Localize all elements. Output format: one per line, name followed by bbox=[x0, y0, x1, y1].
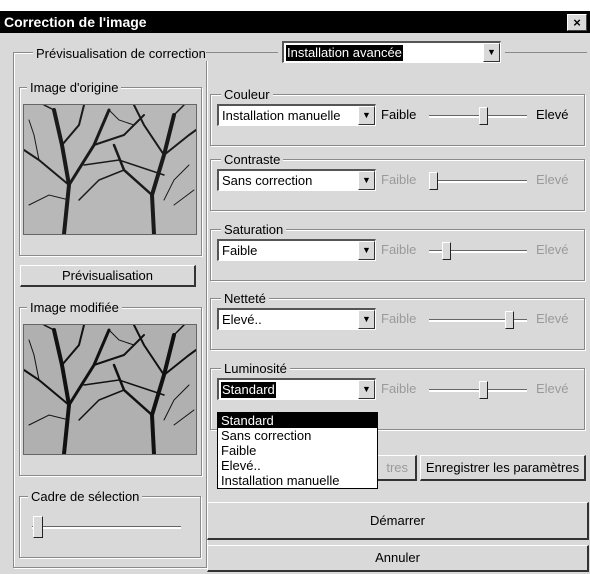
save-settings-label: Enregistrer les paramètres bbox=[425, 460, 580, 475]
slider-thumb-contraste[interactable] bbox=[429, 172, 438, 190]
slider-high-label: Elevé bbox=[536, 172, 569, 187]
close-icon: × bbox=[573, 15, 581, 30]
control-select-couleur[interactable]: Installation manuelle ▼ bbox=[217, 104, 376, 126]
close-button[interactable]: × bbox=[567, 14, 587, 31]
slider-thumb-luminosite[interactable] bbox=[479, 381, 488, 399]
slider-thumb-saturation[interactable] bbox=[442, 242, 451, 260]
preview-correction-label: Prévisualisation de correction bbox=[33, 46, 209, 61]
chevron-down-icon[interactable]: ▼ bbox=[358, 106, 375, 125]
slider-high-label: Elevé bbox=[536, 311, 569, 326]
dropdown-option[interactable]: Elevé.. bbox=[218, 458, 377, 473]
slider-low-label: Faible bbox=[381, 107, 417, 122]
slider-track-contraste[interactable] bbox=[429, 180, 527, 183]
control-value-luminosite: Standard bbox=[221, 382, 276, 398]
dropdown-option[interactable]: Sans correction bbox=[218, 428, 377, 443]
slider-low-label: Faible bbox=[381, 172, 417, 187]
crop-slider-thumb[interactable] bbox=[33, 516, 43, 538]
correction-mode-value: Installation avancée bbox=[286, 45, 403, 61]
background-strip bbox=[0, 0, 590, 11]
slider-high-label: Elevé bbox=[536, 242, 569, 257]
original-image bbox=[23, 104, 197, 235]
slider-low-label: Faible bbox=[381, 311, 417, 326]
tree-photo bbox=[24, 105, 196, 234]
control-value-nettete: Elevé.. bbox=[222, 312, 262, 327]
slider-track-couleur[interactable] bbox=[429, 115, 527, 118]
cancel-button[interactable]: Annuler bbox=[207, 545, 589, 572]
slider-low-label: Faible bbox=[381, 381, 417, 396]
modified-image bbox=[23, 324, 197, 455]
modified-image-label: Image modifiée bbox=[27, 300, 122, 315]
chevron-down-icon[interactable]: ▼ bbox=[358, 310, 375, 329]
save-settings-button[interactable]: Enregistrer les paramètres bbox=[420, 455, 586, 481]
luminosity-dropdown-list: Standard Sans correction Faible Elevé.. Inst… bbox=[217, 412, 378, 489]
tree-photo-modified bbox=[24, 325, 196, 454]
start-button[interactable]: Démarrer bbox=[207, 502, 589, 540]
control-label-saturation: Saturation bbox=[221, 222, 287, 237]
image-correction-dialog: Correction de l'image × Prévisualisation… bbox=[0, 0, 590, 574]
preview-button[interactable]: Prévisualisation bbox=[20, 265, 196, 287]
control-label-nettete: Netteté bbox=[221, 291, 269, 306]
slider-thumb-nettete[interactable] bbox=[505, 311, 514, 329]
control-label-contraste: Contraste bbox=[221, 152, 284, 167]
control-value-couleur: Installation manuelle bbox=[222, 108, 341, 123]
dropdown-option[interactable]: Standard bbox=[218, 413, 377, 428]
crop-frame-label: Cadre de sélection bbox=[28, 489, 143, 504]
control-label-couleur: Couleur bbox=[221, 87, 273, 102]
preview-header-line-right bbox=[505, 52, 587, 53]
chevron-down-icon[interactable]: ▼ bbox=[358, 241, 375, 260]
slider-thumb-couleur[interactable] bbox=[479, 107, 488, 125]
control-value-contraste: Sans correction bbox=[222, 173, 313, 188]
preview-button-label: Prévisualisation bbox=[61, 268, 154, 283]
control-select-nettete[interactable]: Elevé.. ▼ bbox=[217, 308, 376, 330]
slider-track-luminosite[interactable] bbox=[429, 389, 527, 392]
load-settings-label: tres bbox=[386, 460, 408, 475]
control-select-luminosite[interactable]: Standard ▼ bbox=[217, 378, 376, 400]
window-title: Correction de l'image bbox=[4, 14, 147, 30]
preview-header-line bbox=[206, 52, 278, 53]
chevron-down-icon[interactable]: ▼ bbox=[358, 171, 375, 190]
original-image-label: Image d'origine bbox=[27, 80, 122, 95]
control-select-contraste[interactable]: Sans correction ▼ bbox=[217, 169, 376, 191]
dropdown-option[interactable]: Installation manuelle bbox=[218, 473, 377, 488]
crop-slider-track[interactable] bbox=[32, 526, 181, 529]
title-bar: Correction de l'image × bbox=[0, 11, 590, 33]
control-label-luminosite: Luminosité bbox=[221, 361, 290, 376]
start-button-label: Démarrer bbox=[370, 513, 425, 528]
chevron-down-icon[interactable]: ▼ bbox=[483, 43, 500, 62]
slider-high-label: Elevé bbox=[536, 381, 569, 396]
slider-high-label: Elevé bbox=[536, 107, 569, 122]
control-value-saturation: Faible bbox=[222, 243, 258, 258]
correction-mode-select[interactable]: Installation avancée ▼ bbox=[282, 41, 501, 63]
cancel-button-label: Annuler bbox=[375, 550, 420, 565]
dropdown-option[interactable]: Faible bbox=[218, 443, 377, 458]
chevron-down-icon[interactable]: ▼ bbox=[358, 380, 375, 399]
control-select-saturation[interactable]: Faible ▼ bbox=[217, 239, 376, 261]
slider-low-label: Faible bbox=[381, 242, 417, 257]
